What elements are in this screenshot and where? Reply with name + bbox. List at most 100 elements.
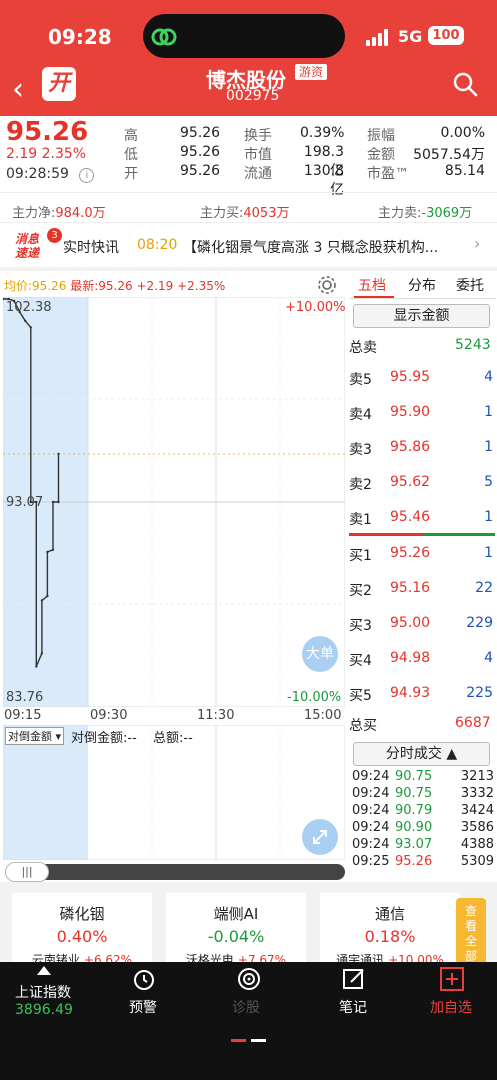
sell-level-price: 95.90: [390, 404, 431, 420]
news-logo: 消息速递: [15, 232, 40, 260]
stock-tag[interactable]: 游资: [295, 64, 328, 80]
main-sell-flow: 主力卖:-3069万: [378, 202, 472, 221]
latest-percent: +2.35%: [177, 279, 226, 293]
sell-level-price: 95.62: [390, 474, 431, 490]
dual-amount-value: 对倒金额:--: [71, 731, 137, 746]
tab-distribution[interactable]: 分布: [408, 275, 436, 295]
add-icon[interactable]: [440, 967, 464, 991]
indicator-select[interactable]: 对倒金额 ▾: [5, 727, 65, 745]
gear-icon[interactable]: [316, 274, 338, 296]
note-edit-icon[interactable]: [342, 967, 366, 991]
buy-level-price: 95.26: [390, 545, 431, 561]
info-icon[interactable]: i: [79, 168, 95, 183]
news-headline[interactable]: 【磷化铟景气度高涨 3 只概念股获机构...: [183, 237, 463, 257]
price-point: [35, 665, 38, 668]
news-time: 08:20: [137, 237, 178, 253]
buy-total-value: 6687: [455, 715, 491, 731]
sector-percent: -0.04%: [207, 927, 265, 946]
nav-center[interactable]: 诊股: [232, 997, 260, 1017]
y-min-label: 83.76: [6, 690, 44, 705]
buy-level-row[interactable]: 买5 94.93 225: [349, 685, 495, 705]
sell-level-row[interactable]: 卖1 95.46 1: [349, 509, 495, 529]
trade-price: 90.75: [395, 786, 433, 801]
nav-notes[interactable]: 笔记: [339, 997, 367, 1017]
buy-level-label: 买5: [349, 688, 372, 704]
buy-level-row[interactable]: 买2 95.16 22: [349, 580, 495, 600]
news-section-title: 实时快讯: [63, 240, 119, 256]
buy-level-volume: 225: [466, 685, 493, 701]
quote-value: 0.00%: [440, 125, 485, 141]
network-type: 5G: [398, 27, 423, 46]
price-point: [57, 452, 60, 455]
quote-value: 95.26: [180, 125, 221, 141]
main-sell-label: 主力卖:: [378, 206, 422, 221]
nav-add-watchlist[interactable]: 加自选: [430, 997, 472, 1017]
chevron-right-icon[interactable]: ›: [474, 234, 480, 253]
quote-label: 低: [124, 147, 138, 163]
trade-volume: 3424: [460, 803, 494, 818]
price-change: 2.19 2.35%: [6, 146, 86, 162]
sector-name: 磷化铟: [59, 905, 105, 923]
buy-level-label: 买1: [349, 548, 372, 564]
sector-percent: 0.18%: [364, 927, 416, 946]
sector-card[interactable]: 通信 0.18% 通宇通讯 +10.00%: [320, 893, 460, 967]
expand-icon[interactable]: [302, 819, 338, 855]
battery-icon: 100: [428, 26, 464, 45]
sell-level-price: 95.86: [390, 439, 431, 455]
page-indicator-active: [231, 1039, 246, 1042]
scrollbar-handle[interactable]: |||: [5, 862, 49, 882]
target-icon[interactable]: [236, 966, 262, 992]
change-percent: 2.35%: [41, 146, 87, 162]
buy-level-volume: 4: [484, 650, 493, 666]
sector-card[interactable]: 磷化铟 0.40% 云南锗业 +6.62%: [12, 893, 152, 967]
sector-percent: 0.40%: [56, 927, 108, 946]
index-value: 3896.49: [15, 1002, 73, 1018]
sell-level-row[interactable]: 卖4 95.90 1: [349, 404, 495, 424]
buy-level-label: 买4: [349, 653, 372, 669]
avg-price: 均价:95.26: [4, 279, 67, 293]
trade-volume: 3213: [460, 769, 494, 784]
sell-level-volume: 1: [484, 404, 493, 420]
sell-level-row[interactable]: 卖2 95.62 5: [349, 474, 495, 494]
sell-level-row[interactable]: 卖3 95.86 1: [349, 439, 495, 459]
time-scrollbar[interactable]: [5, 864, 345, 880]
tab-five-levels[interactable]: 五档: [358, 275, 386, 295]
x-tick-1130: 11:30: [197, 708, 235, 723]
show-amount-button[interactable]: 显示金额: [353, 304, 490, 328]
search-icon[interactable]: [452, 71, 478, 97]
buy-total-label: 总买: [349, 718, 377, 734]
alarm-clock-icon[interactable]: [132, 967, 156, 991]
quote-label: 市值: [244, 147, 272, 163]
time-sales-button[interactable]: 分时成交 ▲: [353, 742, 490, 766]
main-buy-label: 主力买:: [200, 206, 244, 221]
sell-total-label: 总卖: [349, 340, 377, 356]
back-arrow-icon[interactable]: ‹: [12, 72, 24, 108]
intraday-chart[interactable]: [3, 297, 345, 707]
sell-level-volume: 1: [484, 439, 493, 455]
quote-value: 95.26: [180, 163, 221, 179]
see-all-button[interactable]: 查看全部: [456, 898, 486, 964]
sell-level-label: 卖3: [349, 442, 372, 458]
nav-alert[interactable]: 预警: [129, 997, 157, 1017]
main-net-label: 主力净:: [12, 206, 56, 221]
main-buy-value: 4053万: [243, 206, 290, 221]
sector-card[interactable]: 端侧AI -0.04% 沃格光电 +7.67%: [166, 893, 306, 967]
buy-level-row[interactable]: 买3 95.00 229: [349, 615, 495, 635]
buy-level-row[interactable]: 买1 95.26 1: [349, 545, 495, 565]
price-point: [29, 326, 32, 329]
x-tick-0930: 09:30: [90, 708, 128, 723]
signal-icon: [366, 28, 392, 46]
time-sales-row: 09:24 90.90 3586: [350, 820, 494, 836]
tab-orders[interactable]: 委托: [456, 275, 484, 295]
index-name[interactable]: 上证指数: [15, 982, 71, 1002]
sell-level-volume: 5: [484, 474, 493, 490]
caret-up-icon[interactable]: [37, 966, 51, 976]
change-value: 2.19: [6, 146, 38, 162]
buy-level-price: 94.93: [390, 685, 431, 701]
big-order-button[interactable]: 大单: [302, 636, 338, 672]
kai-button[interactable]: 开: [42, 67, 76, 101]
buy-level-row[interactable]: 买4 94.98 4: [349, 650, 495, 670]
sell-level-row[interactable]: 卖5 95.95 4: [349, 369, 495, 389]
trade-price: 90.90: [395, 820, 433, 835]
price-point: [46, 594, 49, 598]
